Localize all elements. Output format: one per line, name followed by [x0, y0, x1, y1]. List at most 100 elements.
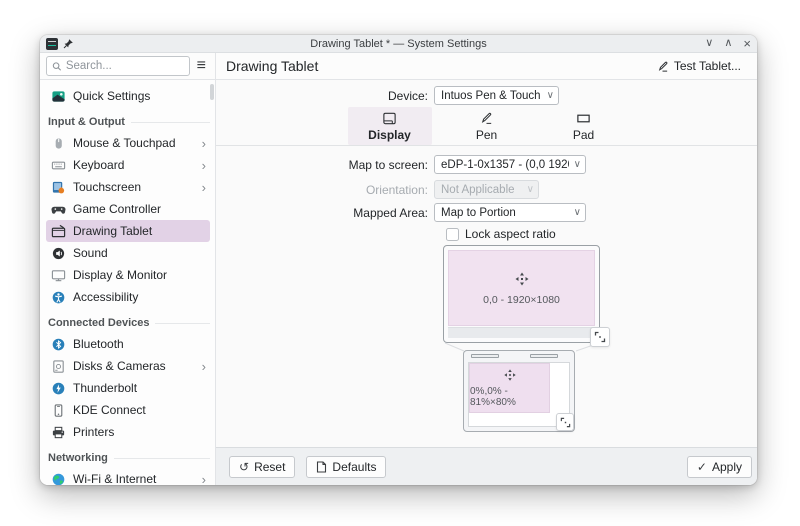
- drawing-tablet-icon: [50, 223, 66, 239]
- screen-region-caption: 0,0 - 1920×1080: [483, 293, 560, 306]
- chevron-down-icon: ∨: [573, 159, 581, 170]
- sidebar-section-input-output: Input & Output: [46, 112, 210, 132]
- chevron-right-icon: ›: [201, 179, 206, 195]
- search-icon: [52, 61, 62, 71]
- tablet-region-caption: 0%,0% - 81%×80%: [470, 386, 516, 409]
- search-field[interactable]: [46, 56, 190, 76]
- sound-icon: [50, 245, 66, 261]
- screen-mapping-preview[interactable]: 0,0 - 1920×1080: [443, 245, 600, 343]
- sidebar-scrollbar[interactable]: [210, 84, 214, 100]
- reset-button[interactable]: ↺ Reset: [229, 455, 296, 478]
- footer-bar: ↺ Reset Defaults ✓ Apply: [216, 447, 757, 485]
- pen-icon: [658, 61, 668, 72]
- game-controller-icon: [50, 201, 66, 217]
- tablet-mapped-region[interactable]: 0%,0% - 81%×80%: [469, 363, 550, 414]
- defaults-button[interactable]: Defaults: [306, 455, 387, 478]
- map-to-screen-label: Map to screen:: [348, 157, 428, 172]
- window-title: Drawing Tablet * — System Settings: [310, 37, 487, 50]
- test-tablet-label: Test Tablet...: [673, 59, 741, 73]
- app-icon: [46, 37, 58, 50]
- orientation-combobox: Not Applicable ∨: [434, 180, 539, 199]
- screen-resize-button[interactable]: [590, 327, 610, 347]
- sidebar: Quick Settings Input & Output Mouse & To…: [40, 80, 216, 485]
- sidebar-item-thunderbolt[interactable]: Thunderbolt: [46, 377, 210, 399]
- sidebar-item-mouse-touchpad[interactable]: Mouse & Touchpad ›: [46, 132, 210, 154]
- sidebar-item-wifi-internet[interactable]: Wi-Fi & Internet ›: [46, 468, 210, 485]
- maximize-button[interactable]: ∧: [724, 38, 732, 49]
- pin-icon[interactable]: [63, 38, 74, 49]
- titlebar[interactable]: Drawing Tablet * — System Settings ∨ ∧ ×: [40, 35, 757, 53]
- check-icon: ✓: [696, 459, 707, 474]
- accessibility-icon: [50, 289, 66, 305]
- close-button[interactable]: ×: [743, 37, 751, 50]
- lock-aspect-checkbox[interactable]: [446, 227, 459, 241]
- chevron-down-icon: ∨: [526, 184, 534, 195]
- defaults-icon: [317, 460, 327, 473]
- apply-button[interactable]: ✓ Apply: [686, 455, 752, 478]
- mouse-icon: [50, 135, 66, 151]
- sidebar-item-printers[interactable]: Printers: [46, 421, 210, 443]
- chevron-down-icon: ∨: [573, 207, 581, 218]
- system-settings-window: Drawing Tablet * — System Settings ∨ ∧ ×: [40, 35, 757, 485]
- page-title: Drawing Tablet: [226, 58, 319, 74]
- orientation-label: Orientation:: [365, 182, 428, 197]
- device-row: Device: Intuos Pen & Touch Small ∨: [216, 86, 757, 105]
- move-icon: [503, 369, 516, 381]
- printers-icon: [50, 424, 66, 440]
- monitor-bezel: [448, 327, 595, 338]
- hamburger-menu-icon[interactable]: ≡: [190, 58, 210, 74]
- sidebar-item-game-controller[interactable]: Game Controller: [46, 198, 210, 220]
- sidebar-item-kde-connect[interactable]: KDE Connect: [46, 399, 210, 421]
- sidebar-item-bluetooth[interactable]: Bluetooth: [46, 333, 210, 355]
- pad-tab-icon: [577, 114, 590, 122]
- sidebar-item-drawing-tablet[interactable]: Drawing Tablet: [46, 220, 210, 242]
- sidebar-section-networking: Networking: [46, 448, 210, 468]
- tablet-button-left: [471, 354, 499, 358]
- tab-pad[interactable]: Pad: [542, 107, 626, 145]
- mapped-area-row: Mapped Area: Map to Portion ∨: [216, 203, 757, 222]
- chevron-right-icon: ›: [201, 157, 206, 173]
- tab-display[interactable]: Display: [347, 107, 432, 145]
- tablet-resize-button[interactable]: [556, 413, 574, 431]
- sidebar-item-touchscreen[interactable]: Touchscreen ›: [46, 176, 210, 198]
- tablet-button-right: [530, 354, 558, 358]
- sidebar-item-display-monitor[interactable]: Display & Monitor: [46, 264, 210, 286]
- map-to-screen-combobox[interactable]: eDP-1-0x1357 - (0,0 1920×1080) ∨: [434, 155, 586, 174]
- quick-settings-icon: [50, 88, 66, 104]
- tab-bar: Display Pen Pad: [216, 107, 757, 146]
- lock-aspect-row: Lock aspect ratio: [446, 227, 556, 241]
- chevron-right-icon: ›: [201, 471, 206, 486]
- mapped-area-combobox[interactable]: Map to Portion ∨: [434, 203, 586, 222]
- mapped-area-label: Mapped Area:: [353, 205, 428, 220]
- map-to-screen-row: Map to screen: eDP-1-0x1357 - (0,0 1920×…: [216, 155, 757, 174]
- sidebar-item-quick-settings[interactable]: Quick Settings: [46, 85, 210, 107]
- chevron-right-icon: ›: [201, 358, 206, 374]
- sidebar-item-accessibility[interactable]: Accessibility: [46, 286, 210, 308]
- sidebar-item-keyboard[interactable]: Keyboard ›: [46, 154, 210, 176]
- minimize-button[interactable]: ∨: [705, 38, 713, 49]
- device-combobox[interactable]: Intuos Pen & Touch Small ∨: [434, 86, 559, 105]
- kde-connect-icon: [50, 402, 66, 418]
- lock-aspect-label: Lock aspect ratio: [465, 227, 556, 241]
- screen-mapped-region[interactable]: 0,0 - 1920×1080: [448, 250, 595, 326]
- sidebar-section-connected-devices: Connected Devices: [46, 313, 210, 333]
- search-input[interactable]: [65, 60, 184, 72]
- sidebar-item-label: Quick Settings: [73, 89, 151, 103]
- desktop: Drawing Tablet * — System Settings ∨ ∧ ×: [0, 0, 800, 526]
- tab-pen[interactable]: Pen: [445, 107, 529, 145]
- bluetooth-icon: [50, 336, 66, 352]
- chevron-right-icon: ›: [201, 135, 206, 151]
- pen-tab-icon: [481, 112, 492, 124]
- sidebar-item-sound[interactable]: Sound: [46, 242, 210, 264]
- device-label: Device:: [387, 88, 428, 103]
- reset-icon: ↺: [239, 459, 250, 474]
- sidebar-item-disks-cameras[interactable]: Disks & Cameras ›: [46, 355, 210, 377]
- test-tablet-button[interactable]: Test Tablet...: [650, 56, 747, 76]
- chevron-down-icon: ∨: [546, 90, 554, 101]
- wifi-icon: [50, 471, 66, 485]
- display-tab-icon: [383, 112, 396, 124]
- thunderbolt-icon: [50, 380, 66, 396]
- orientation-row: Orientation: Not Applicable ∨: [216, 180, 757, 199]
- resize-icon: [560, 417, 570, 427]
- resize-icon: [594, 331, 606, 343]
